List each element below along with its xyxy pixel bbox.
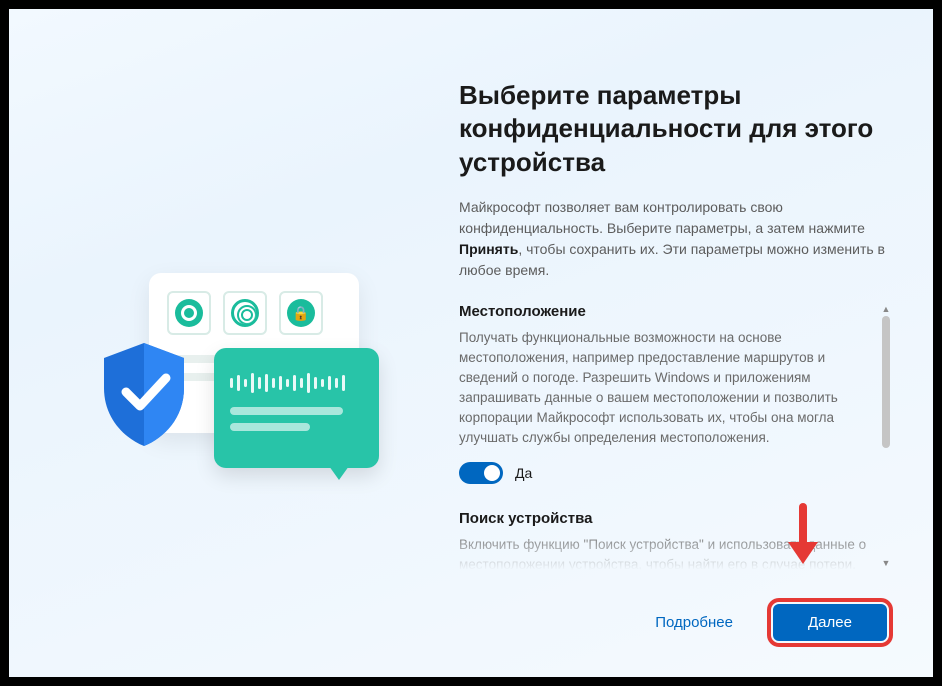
- illustration-pin-icon: [167, 291, 211, 335]
- page-title: Выберите параметры конфиденциальности дл…: [459, 79, 893, 179]
- shield-check-icon: [94, 338, 194, 448]
- page-subtitle: Майкрософт позволяет вам контролировать …: [459, 197, 893, 281]
- location-toggle[interactable]: [459, 462, 503, 484]
- subtitle-pre: Майкрософт позволяет вам контролировать …: [459, 199, 865, 236]
- setting-description: Получать функциональные возможности на о…: [459, 328, 871, 448]
- next-button-highlight: Далее: [767, 598, 893, 647]
- illustration-fingerprint-icon: [223, 291, 267, 335]
- setting-location: Местоположение Получать функциональные в…: [459, 303, 871, 484]
- privacy-illustration: 🔒: [109, 273, 389, 513]
- scroll-area: Местоположение Получать функциональные в…: [459, 303, 893, 570]
- setting-title: Поиск устройства: [459, 510, 871, 527]
- setting-description: Включить функцию "Поиск устройства" и ис…: [459, 535, 871, 570]
- subtitle-post: , чтобы сохранить их. Эти параметры можн…: [459, 241, 885, 278]
- setting-find-device: Поиск устройства Включить функцию "Поиск…: [459, 510, 871, 570]
- scrollbar[interactable]: ▲ ▼: [879, 303, 893, 570]
- settings-list: Местоположение Получать функциональные в…: [459, 303, 879, 570]
- settings-column: Выберите параметры конфиденциальности дл…: [429, 79, 893, 647]
- footer-actions: Подробнее Далее: [459, 590, 893, 647]
- toggle-state-label: Да: [515, 465, 532, 481]
- content-area: 🔒: [9, 9, 933, 677]
- oobe-privacy-window: 🔒: [9, 9, 933, 677]
- illustration-column: 🔒: [69, 79, 429, 647]
- setting-title: Местоположение: [459, 303, 871, 320]
- scroll-down-icon[interactable]: ▼: [882, 557, 891, 570]
- scroll-up-icon[interactable]: ▲: [882, 303, 891, 316]
- scrollbar-track[interactable]: [882, 316, 890, 557]
- subtitle-bold: Принять: [459, 241, 518, 257]
- learn-more-button[interactable]: Подробнее: [637, 604, 751, 641]
- next-button[interactable]: Далее: [773, 604, 887, 641]
- illustration-card-front: [214, 348, 379, 468]
- illustration-lock-icon: 🔒: [279, 291, 323, 335]
- scrollbar-thumb[interactable]: [882, 316, 890, 449]
